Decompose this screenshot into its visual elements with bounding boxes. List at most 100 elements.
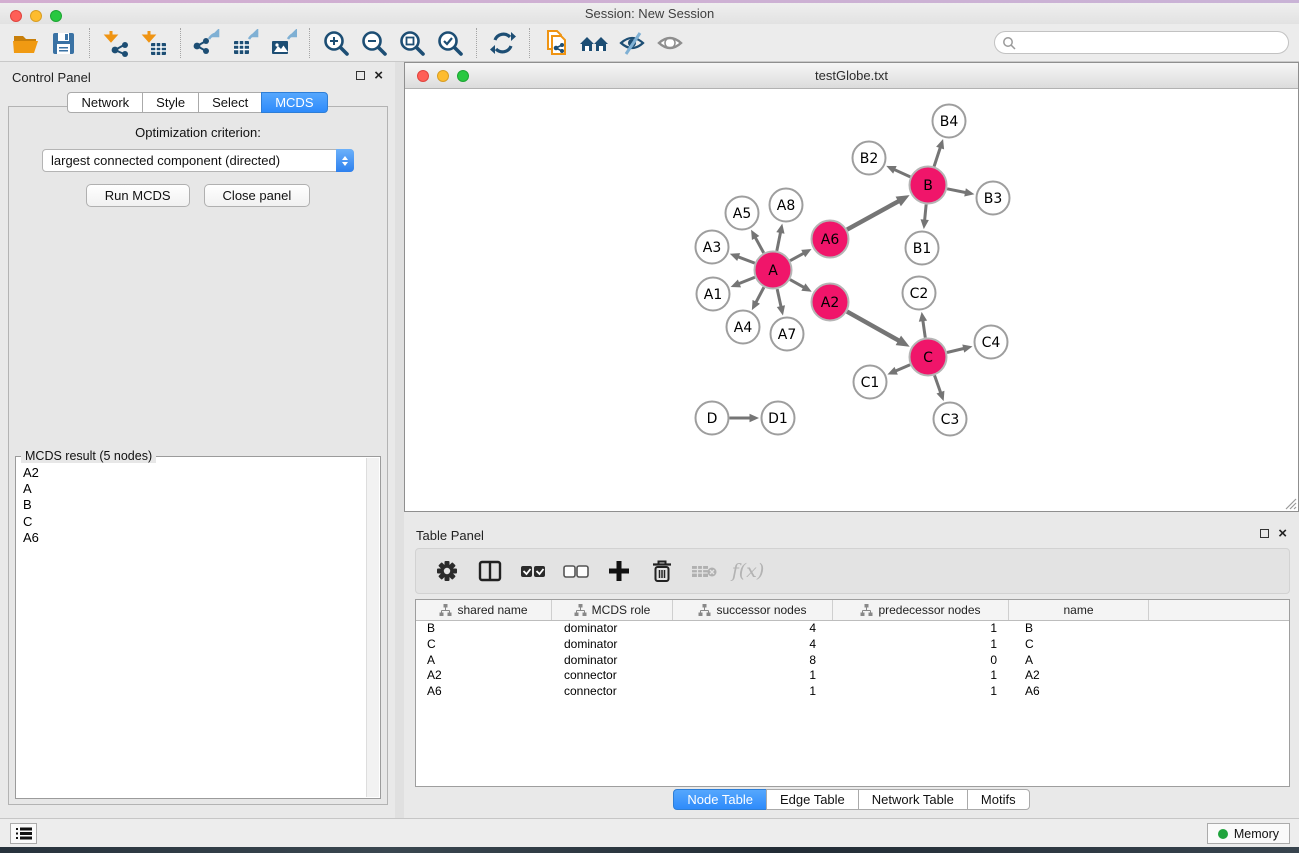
graph-node-C[interactable]: C <box>910 339 947 376</box>
resize-grip-icon[interactable] <box>1283 496 1297 510</box>
run-mcds-button[interactable]: Run MCDS <box>86 184 190 207</box>
graph-node-B4[interactable]: B4 <box>933 105 966 138</box>
import-table-button[interactable] <box>135 26 173 60</box>
select-all-button[interactable] <box>516 553 550 589</box>
result-list-item[interactable]: A6 <box>20 530 364 546</box>
network-canvas[interactable]: B4 B2 B B3 A8 A5 A6 A3 B1 A C2 A1 A2 A4 A7 C4 C C1 C3 D D1 <box>405 89 1298 511</box>
graph-node-B[interactable]: B <box>910 167 947 204</box>
open-session-button[interactable] <box>6 26 44 60</box>
result-list-item[interactable]: A2 <box>20 465 364 481</box>
graph-edge[interactable] <box>894 169 910 176</box>
graph-edge[interactable] <box>847 201 899 230</box>
graph-node-D1[interactable]: D1 <box>762 402 795 435</box>
column-header-mcds-role[interactable]: MCDS role <box>552 600 673 620</box>
tab-select[interactable]: Select <box>198 92 262 113</box>
column-header-predecessor-nodes[interactable]: predecessor nodes <box>833 600 1009 620</box>
table-row[interactable]: Bdominator41B <box>416 621 1289 637</box>
delete-column-button[interactable] <box>645 553 679 589</box>
new-network-from-selection-button[interactable] <box>537 26 575 60</box>
graph-node-A8[interactable]: A8 <box>770 189 803 222</box>
graph-node-A6[interactable]: A6 <box>812 221 849 258</box>
memory-button[interactable]: Memory <box>1207 823 1290 844</box>
table-row[interactable]: A6connector11A6 <box>416 684 1289 700</box>
result-list-item[interactable]: A <box>20 481 364 497</box>
deselect-all-button[interactable] <box>559 553 593 589</box>
graph-edge[interactable] <box>947 348 964 352</box>
result-list-item[interactable]: C <box>20 514 364 530</box>
table-row[interactable]: Adominator80A <box>416 653 1289 669</box>
table-row[interactable]: A2connector11A2 <box>416 668 1289 684</box>
export-image-button[interactable] <box>264 26 302 60</box>
split-divider[interactable] <box>395 62 404 818</box>
graph-edge[interactable] <box>935 375 941 393</box>
first-neighbors-button[interactable] <box>575 26 613 60</box>
table-row[interactable]: Cdominator41C <box>416 637 1289 653</box>
graph-node-C4[interactable]: C4 <box>975 326 1008 359</box>
graph-node-A[interactable]: A <box>755 252 792 289</box>
column-header-shared-name[interactable]: shared name <box>416 600 552 620</box>
graph-edge[interactable] <box>790 253 804 261</box>
graph-node-D[interactable]: D <box>696 402 729 435</box>
optimization-criterion-dropdown[interactable]: largest connected component (directed) <box>42 149 354 172</box>
graph-edge[interactable] <box>739 277 755 284</box>
show-column-button[interactable] <box>473 553 507 589</box>
graph-edge[interactable] <box>777 289 781 307</box>
graph-node-C1[interactable]: C1 <box>854 366 887 399</box>
result-list-item[interactable]: B <box>20 497 364 513</box>
result-scrollbar[interactable] <box>366 458 379 797</box>
search-field[interactable] <box>994 31 1289 54</box>
create-column-button[interactable] <box>602 553 636 589</box>
graph-edge[interactable] <box>755 237 764 253</box>
close-table-panel-icon[interactable]: × <box>1278 528 1287 539</box>
column-header-successor-nodes[interactable]: successor nodes <box>673 600 833 620</box>
tab-network-table[interactable]: Network Table <box>858 789 968 810</box>
graph-edge[interactable] <box>790 280 804 288</box>
graph-edge[interactable] <box>947 189 966 193</box>
graph-edge[interactable] <box>934 147 940 166</box>
function-builder-button-disabled[interactable]: f(x) <box>731 553 765 589</box>
close-panel-icon[interactable]: × <box>374 70 383 81</box>
graph-node-A4[interactable]: A4 <box>727 311 760 344</box>
zoom-fit-button[interactable] <box>393 26 431 60</box>
show-panels-button[interactable] <box>10 823 37 844</box>
graph-edge[interactable] <box>895 365 910 371</box>
mcds-result-list[interactable]: A2ABCA6 <box>20 465 364 796</box>
zoom-in-button[interactable] <box>317 26 355 60</box>
graph-edge[interactable] <box>738 257 755 263</box>
tab-style[interactable]: Style <box>142 92 199 113</box>
graph-node-A5[interactable]: A5 <box>726 197 759 230</box>
tab-mcds[interactable]: MCDS <box>261 92 327 113</box>
graph-node-B3[interactable]: B3 <box>977 182 1010 215</box>
tab-edge-table[interactable]: Edge Table <box>766 789 859 810</box>
graph-edge[interactable] <box>923 320 925 337</box>
column-header-name[interactable]: name <box>1009 600 1149 620</box>
graph-node-B1[interactable]: B1 <box>906 232 939 265</box>
graph-edge[interactable] <box>756 287 764 302</box>
close-panel-button[interactable]: Close panel <box>204 184 311 207</box>
graph-node-A1[interactable]: A1 <box>697 278 730 311</box>
float-panel-icon[interactable] <box>356 71 365 80</box>
graph-edge[interactable] <box>847 312 899 341</box>
hide-selected-button[interactable] <box>613 26 651 60</box>
show-graphics-details-button[interactable] <box>651 26 689 60</box>
graph-node-C2[interactable]: C2 <box>903 277 936 310</box>
graph-node-B2[interactable]: B2 <box>853 142 886 175</box>
zoom-out-button[interactable] <box>355 26 393 60</box>
graph-node-C3[interactable]: C3 <box>934 403 967 436</box>
import-network-button[interactable] <box>97 26 135 60</box>
graph-edge[interactable] <box>925 204 927 220</box>
float-table-panel-icon[interactable] <box>1260 529 1269 538</box>
graph-node-A2[interactable]: A2 <box>812 284 849 321</box>
delete-table-button-disabled[interactable] <box>688 553 722 589</box>
table-settings-button[interactable] <box>430 553 464 589</box>
graph-node-A7[interactable]: A7 <box>771 318 804 351</box>
tab-motifs[interactable]: Motifs <box>967 789 1030 810</box>
graph-node-A3[interactable]: A3 <box>696 231 729 264</box>
refresh-layout-button[interactable] <box>484 26 522 60</box>
zoom-selected-button[interactable] <box>431 26 469 60</box>
save-session-button[interactable] <box>44 26 82 60</box>
export-network-button[interactable] <box>188 26 226 60</box>
tab-network[interactable]: Network <box>67 92 143 113</box>
tab-node-table[interactable]: Node Table <box>673 789 767 810</box>
search-input[interactable] <box>1016 34 1288 52</box>
